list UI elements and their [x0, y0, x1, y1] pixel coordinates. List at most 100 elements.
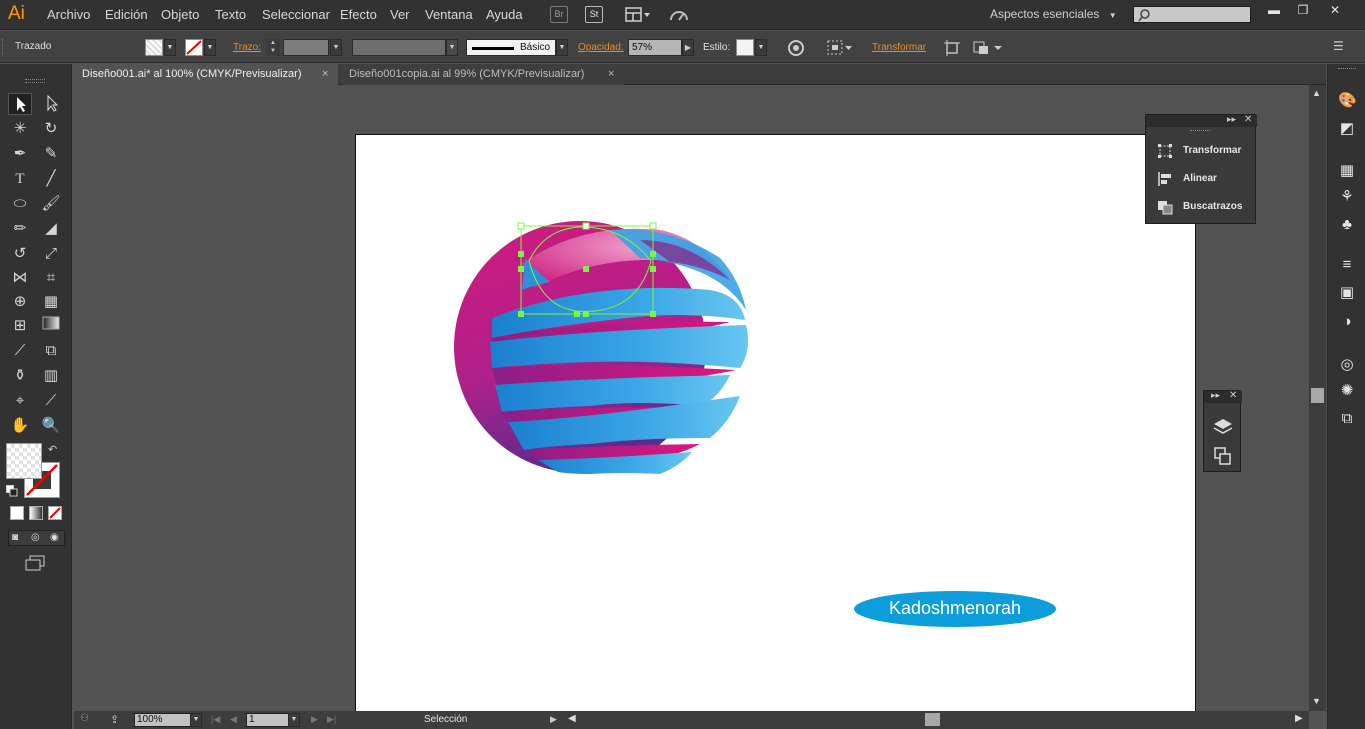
variable-width-dropdown[interactable]: ▼ — [446, 39, 458, 56]
layers-icon[interactable] — [1213, 417, 1233, 437]
zoom-field[interactable]: 100% — [134, 713, 192, 727]
pen-tool-icon[interactable]: ✒ — [8, 143, 32, 165]
stroke-dropdown[interactable]: ▼ — [204, 39, 216, 56]
panel-menu-icon[interactable]: ☰ — [1333, 39, 1351, 55]
symbol-sprayer-tool-icon[interactable]: ⚱ — [8, 365, 32, 387]
scale-tool-icon[interactable]: ⤢ — [39, 243, 63, 265]
panel-item-transform[interactable]: Transformar — [1146, 138, 1257, 164]
fill-swatch[interactable] — [145, 39, 163, 56]
scroll-thumb[interactable] — [925, 713, 940, 726]
artboards-icon[interactable] — [1213, 446, 1233, 466]
stock-icon[interactable]: St — [585, 6, 603, 23]
menu-seleccionar[interactable]: Seleccionar — [262, 7, 330, 22]
symbols-icon[interactable]: ♣ — [1338, 216, 1356, 234]
status-menu-icon[interactable]: ▶ — [550, 714, 557, 725]
transform-link[interactable]: Transformar — [872, 42, 926, 53]
vertical-scrollbar[interactable]: ▲ ▼ — [1309, 85, 1326, 711]
scroll-right-icon[interactable]: ▶ — [1295, 713, 1303, 724]
color-mode-icon[interactable] — [10, 506, 24, 520]
first-artboard-icon[interactable]: |◀ — [211, 714, 220, 725]
gradient-mode-icon[interactable] — [29, 506, 43, 520]
transparency-icon[interactable]: ◑ — [1338, 313, 1356, 331]
appearance-icon[interactable]: ◎ — [1338, 356, 1356, 374]
graphic-styles-icon[interactable]: ✺ — [1338, 382, 1356, 400]
menu-ayuda[interactable]: Ayuda — [486, 7, 523, 22]
scroll-thumb[interactable] — [1311, 388, 1324, 403]
opacity-slider-toggle[interactable]: ▶ — [682, 39, 694, 56]
pencil-tool-icon[interactable]: ✏ — [8, 218, 32, 240]
line-segment-tool-icon[interactable]: ╱ — [39, 168, 63, 190]
close-icon[interactable]: ✕ — [1244, 114, 1252, 125]
isolate-object-icon[interactable] — [826, 39, 854, 57]
graphic-style-swatch[interactable] — [736, 39, 754, 56]
free-transform-tool-icon[interactable]: ⌗ — [39, 267, 63, 289]
next-artboard-icon[interactable]: ▶ — [311, 714, 318, 725]
panel-grip-icon[interactable] — [1190, 130, 1210, 133]
draw-inside-icon[interactable]: ◉ — [50, 532, 59, 543]
opacity-field[interactable]: 57% — [628, 39, 682, 56]
rotate-tool-icon[interactable]: ↺ — [8, 243, 32, 265]
panel-item-align[interactable]: Alinear — [1146, 166, 1257, 192]
transform-panel-icon[interactable] — [943, 39, 961, 57]
export-icon[interactable]: ⧉ — [1338, 410, 1356, 428]
stroke-weight-field[interactable] — [283, 39, 329, 56]
curvature-tool-icon[interactable]: ✎ — [39, 143, 63, 165]
scroll-up-icon[interactable]: ▲ — [1312, 88, 1321, 98]
graphic-style-dropdown[interactable]: ▼ — [755, 39, 767, 56]
color-icon[interactable]: 🎨 — [1338, 92, 1357, 110]
restore-icon[interactable]: ❐ — [1290, 3, 1316, 19]
default-fill-stroke-icon[interactable] — [6, 485, 18, 497]
swap-fill-stroke-icon[interactable]: ↶ — [48, 443, 62, 457]
draw-behind-icon[interactable]: ◎ — [31, 532, 40, 543]
collapse-icon[interactable]: ▸▸ — [1227, 114, 1236, 125]
scroll-down-icon[interactable]: ▼ — [1312, 696, 1321, 706]
scroll-left-icon[interactable]: ◀ — [568, 713, 576, 724]
panel-header[interactable]: ▸▸ ✕ — [1146, 114, 1257, 127]
color-guide-icon[interactable]: ◩ — [1338, 120, 1356, 138]
share-icon[interactable]: ⇪ — [110, 713, 126, 726]
gpu-performance-icon[interactable] — [668, 6, 690, 24]
menu-archivo[interactable]: Archivo — [47, 7, 90, 22]
fill-color-box[interactable] — [6, 443, 42, 479]
selection-tool-icon[interactable] — [8, 93, 32, 115]
menu-texto[interactable]: Texto — [215, 7, 246, 22]
ellipse-tool-icon[interactable]: ⬭ — [8, 193, 32, 215]
gradient-panel-icon[interactable]: ▣ — [1338, 284, 1356, 302]
artboard-dropdown[interactable]: ▼ — [288, 713, 300, 727]
none-mode-icon[interactable] — [48, 506, 62, 520]
stroke-swatch[interactable] — [185, 39, 203, 56]
type-tool-icon[interactable]: T — [8, 168, 32, 190]
brushes-icon[interactable]: ⚘ — [1338, 188, 1356, 206]
close-icon[interactable]: × — [322, 68, 328, 80]
arrange-icon[interactable] — [972, 39, 1004, 57]
zoom-dropdown[interactable]: ▼ — [190, 713, 202, 727]
close-icon[interactable]: × — [608, 68, 614, 80]
horizontal-scrollbar[interactable]: ◀ ▶ — [565, 711, 1309, 729]
paintbrush-tool-icon[interactable]: 🖌 — [39, 193, 63, 215]
menu-ventana[interactable]: Ventana — [425, 7, 473, 22]
perspective-grid-tool-icon[interactable]: ▦ — [39, 291, 63, 313]
brush-dropdown[interactable]: ▼ — [556, 39, 568, 56]
panel-item-pathfinder[interactable]: Buscatrazos — [1146, 194, 1257, 220]
menu-ver[interactable]: Ver — [390, 7, 410, 22]
lasso-tool-icon[interactable]: ↻ — [39, 118, 63, 140]
magic-wand-tool-icon[interactable]: ✳ — [8, 118, 32, 140]
close-icon[interactable]: ✕ — [1229, 390, 1237, 401]
workspace-switcher[interactable]: Aspectos esenciales ▼ — [990, 7, 1117, 21]
toolbar-grip-icon[interactable] — [25, 79, 45, 83]
hand-tool-icon[interactable]: ✋ — [8, 415, 32, 437]
stroke-weight-stepper[interactable]: ▲ ▼ — [266, 39, 280, 56]
eraser-tool-icon[interactable]: ◢ — [39, 218, 63, 240]
stroke-panel-icon[interactable]: ≡ — [1338, 256, 1356, 274]
arrange-documents-icon[interactable] — [625, 7, 651, 23]
width-tool-icon[interactable]: ⋈ — [8, 267, 32, 289]
screen-mode-icon[interactable] — [24, 555, 46, 571]
zoom-tool-icon[interactable]: 🔍 — [39, 415, 63, 437]
blend-tool-icon[interactable]: ⧉ — [39, 340, 63, 362]
mesh-tool-icon[interactable]: ⊞ — [8, 315, 32, 337]
direct-selection-tool-icon[interactable] — [39, 93, 63, 115]
help-search-input[interactable] — [1133, 6, 1251, 23]
brush-definition-field[interactable]: Básico — [466, 39, 556, 56]
artboard-number-field[interactable]: 1 — [246, 713, 290, 727]
minimize-icon[interactable]: ▬ — [1261, 3, 1287, 19]
